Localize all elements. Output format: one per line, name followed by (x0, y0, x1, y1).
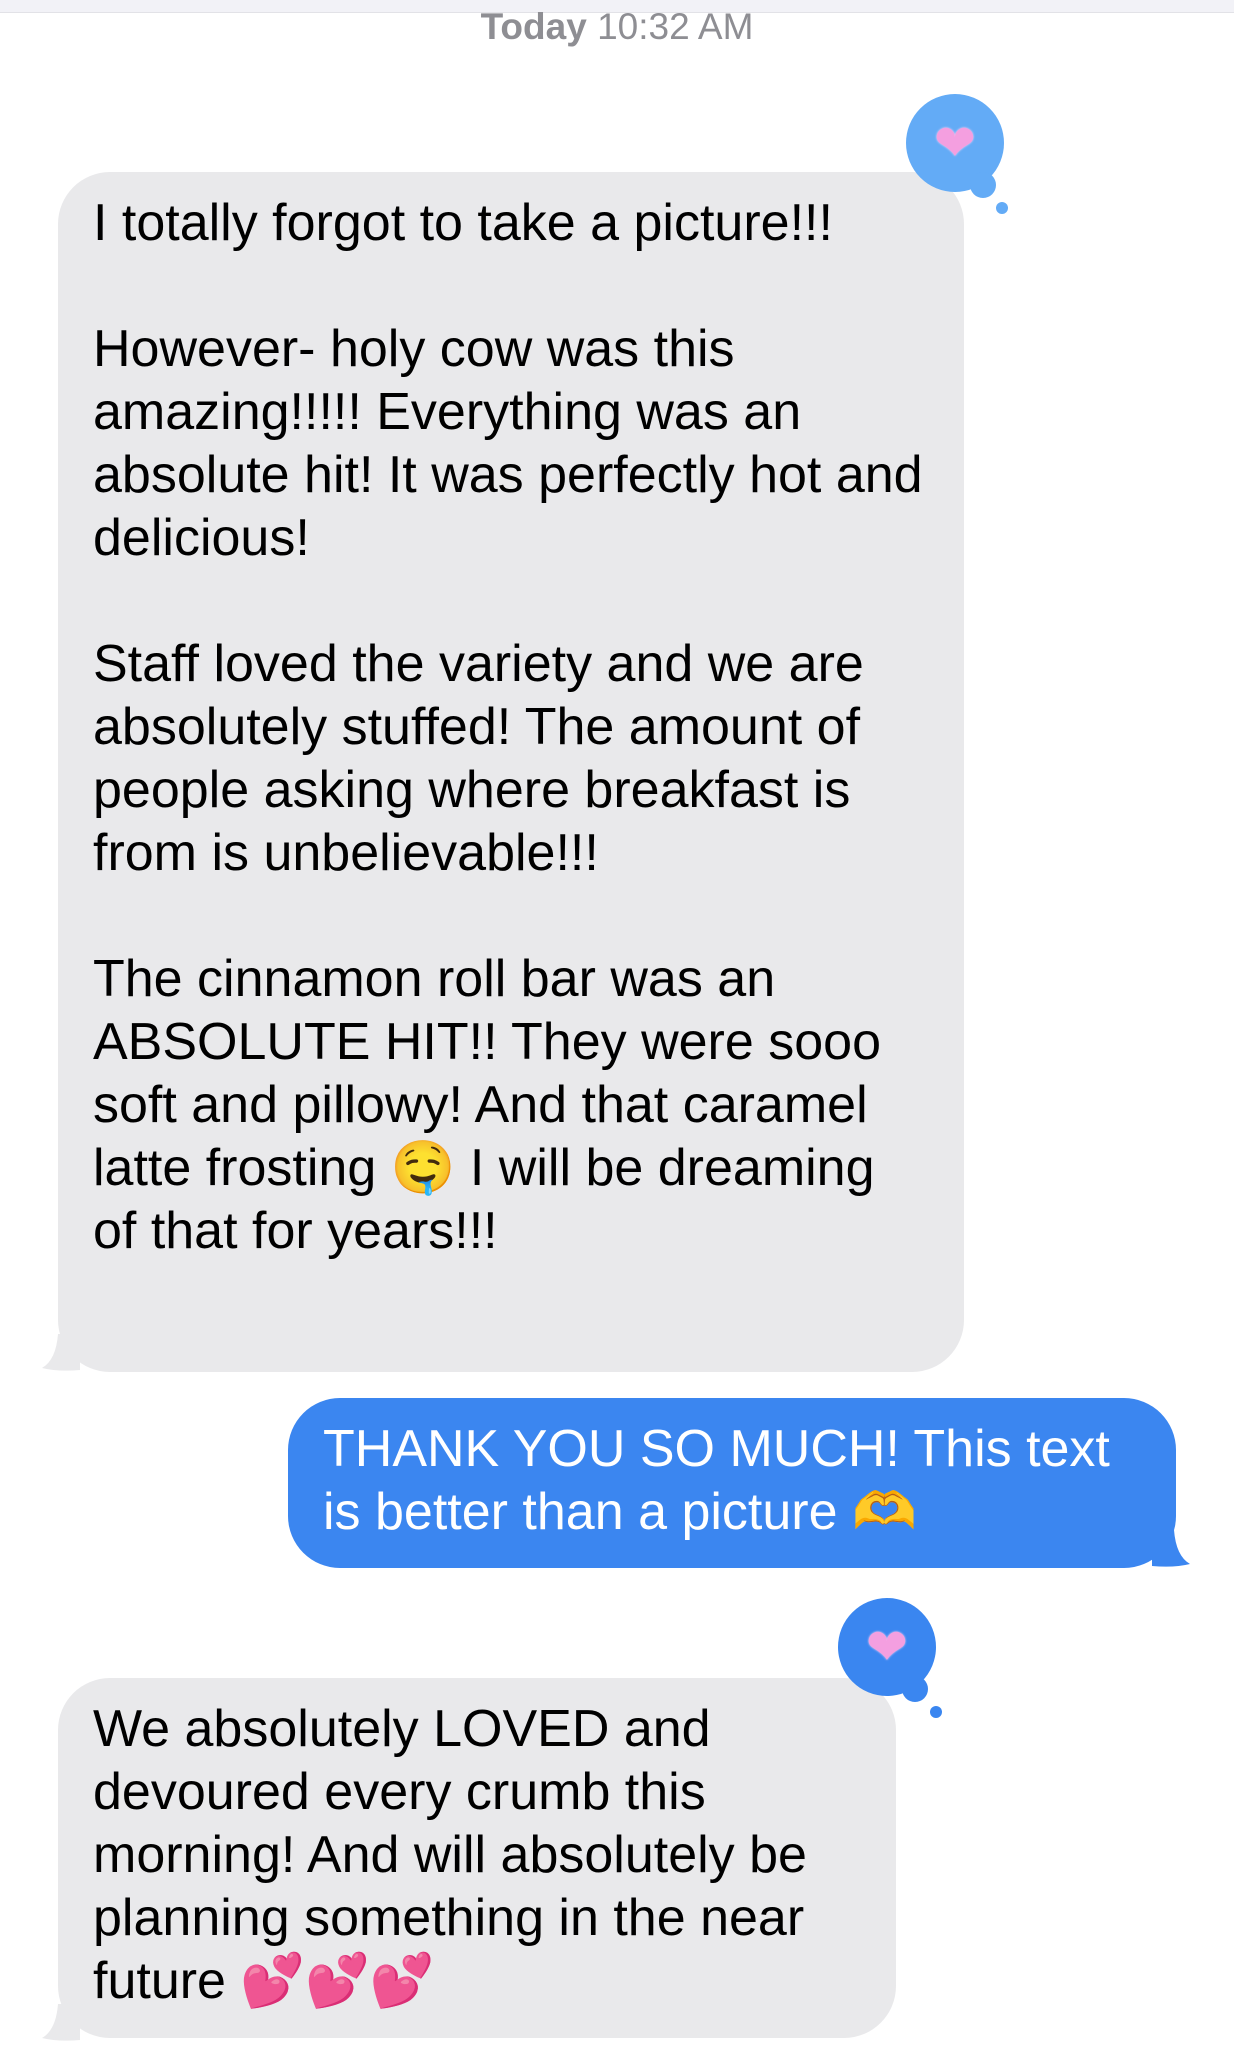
timestamp-time: 10:32 AM (597, 6, 754, 47)
outgoing-message-bubble[interactable]: THANK YOU SO MUCH! This text is better t… (288, 1398, 1176, 1568)
timestamp-day: Today (480, 6, 587, 47)
incoming-message-bubble[interactable]: We absolutely LOVED and devoured every c… (58, 1678, 896, 2038)
heart-reaction-icon: ❤ (934, 115, 976, 171)
incoming-message-bubble[interactable]: I totally forgot to take a picture!!! Ho… (58, 172, 964, 1372)
reaction-bubble-dot (970, 172, 996, 198)
reaction-bubble-dot (930, 1706, 942, 1718)
incoming-bubble-tail (42, 1334, 80, 1371)
reaction-bubble-dot (996, 202, 1008, 214)
heart-reaction-icon: ❤ (866, 1619, 908, 1675)
message-timestamp: Today 10:32 AM (0, 6, 1234, 48)
incoming-bubble-tail (42, 2004, 80, 2041)
outgoing-bubble-tail (1152, 1530, 1190, 1567)
reaction-bubble-dot (902, 1676, 928, 1702)
